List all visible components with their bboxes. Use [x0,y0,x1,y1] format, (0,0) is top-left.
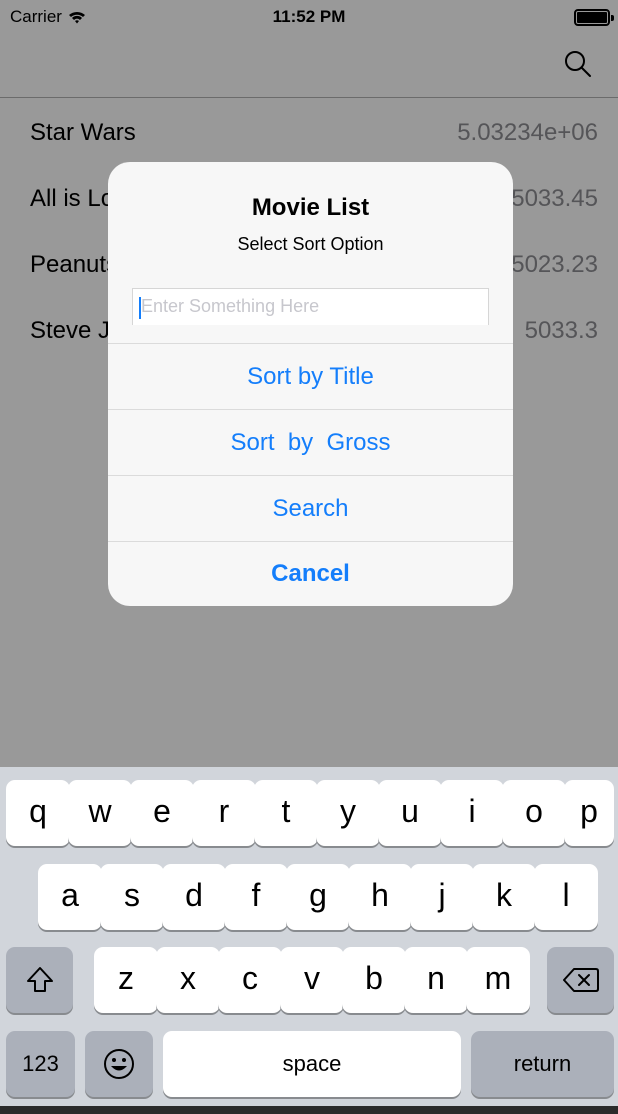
emoji-icon [104,1049,134,1079]
key-l[interactable]: l [534,864,598,930]
key-g[interactable]: g [286,864,350,930]
delete-icon [562,968,599,992]
keyboard-bottom-bar [0,1106,618,1114]
key-e[interactable]: e [130,780,194,846]
key-q[interactable]: q [6,780,70,846]
key-b[interactable]: b [342,947,406,1013]
key-m[interactable]: m [466,947,530,1013]
keyboard: q w e r t y u i o p a s d f g h j k l z … [0,767,618,1114]
shift-key[interactable] [6,947,73,1013]
alert-title: Movie List [251,194,370,221]
search-button[interactable]: Search [108,475,513,541]
key-c[interactable]: c [218,947,282,1013]
return-key[interactable]: return [471,1031,614,1097]
search-input[interactable]: Enter Something Here [132,288,489,325]
delete-key[interactable] [547,947,614,1013]
sort-by-title-button[interactable]: Sort by Title [108,343,513,409]
key-x[interactable]: x [156,947,220,1013]
emoji-key[interactable] [85,1031,153,1097]
key-k[interactable]: k [472,864,536,930]
key-w[interactable]: w [68,780,132,846]
key-o[interactable]: o [502,780,566,846]
alert-actions: Sort by Title Sort by Gross Search Cance… [108,343,513,605]
search-input-placeholder: Enter Something Here [141,296,320,316]
key-i[interactable]: i [440,780,504,846]
key-t[interactable]: t [254,780,318,846]
key-v[interactable]: v [280,947,344,1013]
key-a[interactable]: a [38,864,102,930]
key-h[interactable]: h [348,864,412,930]
sort-by-gross-button[interactable]: Sort by Gross [108,409,513,475]
key-y[interactable]: y [316,780,380,846]
space-key[interactable]: space [163,1031,461,1097]
key-j[interactable]: j [410,864,474,930]
key-s[interactable]: s [100,864,164,930]
key-r[interactable]: r [192,780,256,846]
cancel-button[interactable]: Cancel [108,541,513,605]
key-d[interactable]: d [162,864,226,930]
screen: Carrier 11:52 PM Star Wars 5.03234e+06 A… [0,0,618,1114]
text-caret [139,297,141,319]
key-u[interactable]: u [378,780,442,846]
numbers-key[interactable]: 123 [6,1031,75,1097]
key-n[interactable]: n [404,947,468,1013]
shift-icon [26,967,53,992]
key-f[interactable]: f [224,864,288,930]
alert-dialog: Movie List Select Sort Option Enter Some… [108,162,513,606]
alert-message: Select Sort Option [237,234,384,254]
key-p[interactable]: p [564,780,614,846]
key-z[interactable]: z [94,947,158,1013]
